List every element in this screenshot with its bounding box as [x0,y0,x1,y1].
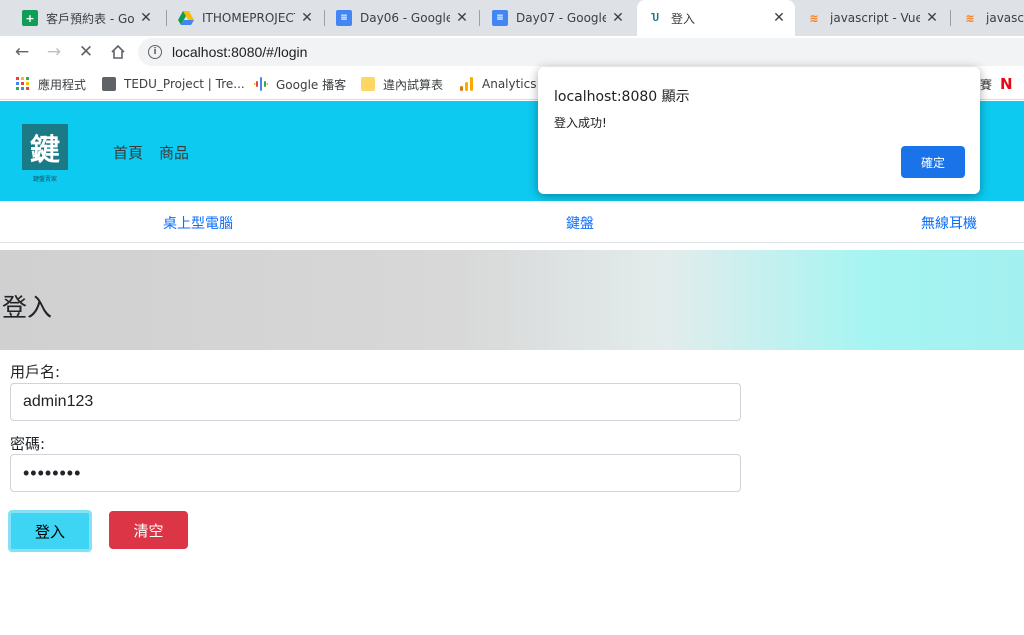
browser-tab[interactable]: ≋ javascri [952,0,1024,36]
password-label: 密碼: [10,435,46,453]
trello-icon [102,77,116,91]
username-value: admin123 [23,393,94,410]
url-text: localhost:8080/#/login [172,44,308,60]
browser-tab-active[interactable]: Ⴎ 登入 ✕ [637,0,795,36]
bookmark-trello[interactable]: TEDU_Project | Tre... [102,75,245,93]
category-keyboard[interactable]: 鍵盤 [566,213,594,233]
logo-char: 鍵 [30,133,60,168]
alert-dialog: localhost:8080 顯示 登入成功! 確定 [538,67,980,194]
close-icon[interactable]: ✕ [771,10,787,26]
site-logo[interactable]: 鍵 [22,124,68,170]
browser-tab-strip: + 客戶預約表 - Goo ✕ ITHOMEPROJECT ✕ ≡ Day06 … [0,0,1024,36]
apps-grid-icon [16,77,30,91]
google-drive-icon [178,10,194,26]
close-icon[interactable]: ✕ [924,10,940,26]
tab-separator [479,10,480,26]
bookmark-apps[interactable]: 應用程式 [16,75,86,93]
tab-title: Day07 - Google [516,11,606,25]
category-bar: 桌上型電腦 鍵盤 無線耳機 [0,201,1024,243]
browser-tab[interactable]: ≋ javascript - Vue ✕ [796,0,948,36]
google-docs-icon: ≡ [492,10,508,26]
bookmark-label: TEDU_Project | Tre... [124,77,245,91]
username-input[interactable]: admin123 [10,383,741,421]
category-desktop[interactable]: 桌上型電腦 [163,213,233,233]
bookmark-analytics[interactable]: Analytics [460,75,537,93]
browser-tab[interactable]: + 客戶預約表 - Goo ✕ [12,0,162,36]
login-button[interactable]: 登入 [8,510,92,552]
tab-title: javascri [986,11,1024,25]
google-podcasts-icon [254,77,268,91]
close-icon[interactable]: ✕ [610,10,626,26]
username-label: 用戶名: [10,363,61,381]
tab-title: Day06 - Google [360,11,450,25]
bookmark-sheet[interactable]: 違內試算表 [361,75,443,93]
home-icon[interactable] [102,36,134,68]
bookmark-label: 應用程式 [38,77,87,92]
browser-tab[interactable]: ITHOMEPROJECT ✕ [168,0,323,36]
back-icon[interactable]: ← [6,36,38,68]
password-input[interactable]: •••••••• [10,454,741,492]
address-bar[interactable]: i localhost:8080/#/login [138,38,1024,66]
clear-button[interactable]: 清空 [109,511,188,549]
browser-toolbar: ← → ✕ i localhost:8080/#/login [0,36,1024,68]
dialog-ok-button[interactable]: 確定 [901,146,965,178]
stackoverflow-icon: ≋ [965,11,975,25]
site-nav: 首頁 商品 [113,142,189,163]
nav-link-home[interactable]: 首頁 [113,142,143,163]
stackoverflow-icon: ≋ [809,11,819,25]
logo-subtitle: 鍵盤賣家 [32,176,57,183]
tab-title: 客戶預約表 - Goo [46,11,134,26]
close-icon[interactable]: ✕ [454,10,470,26]
bookmark-label: 賽 [980,77,993,92]
nav-link-products[interactable]: 商品 [159,142,189,163]
password-value: •••••••• [23,462,82,483]
forward-icon[interactable]: → [38,36,70,68]
netflix-icon: N [1000,75,1013,93]
tab-separator [950,10,951,26]
browser-tab[interactable]: ≡ Day07 - Google ✕ [482,0,634,36]
page-banner: 登入 [0,250,1024,350]
tab-separator [324,10,325,26]
bookmark-podcasts[interactable]: Google 播客 [254,75,346,93]
bookmark-label: Analytics [482,77,537,91]
tab-separator [166,10,167,26]
folder-icon [361,77,375,91]
tab-title: 登入 [671,11,696,26]
browser-tab[interactable]: ≡ Day06 - Google ✕ [326,0,478,36]
bookmark-label: 違內試算表 [383,77,444,92]
close-icon[interactable]: ✕ [299,10,315,26]
analytics-icon [460,77,474,91]
dialog-title: localhost:8080 顯示 [554,89,690,105]
vue-app-icon: Ⴎ [651,12,659,24]
stop-loading-icon[interactable]: ✕ [70,36,102,68]
bookmark-more[interactable]: 賽 N [980,75,1013,93]
dialog-message: 登入成功! [554,116,607,130]
tab-title: ITHOMEPROJECT [202,11,295,25]
category-earphones[interactable]: 無線耳機 [921,213,977,233]
tab-title: javascript - Vue [830,11,920,25]
page-title: 登入 [2,293,53,322]
google-sheets-icon: + [22,10,38,26]
site-info-icon[interactable]: i [148,45,162,59]
close-icon[interactable]: ✕ [138,10,154,26]
bookmark-label: Google 播客 [276,77,347,92]
google-docs-icon: ≡ [336,10,352,26]
